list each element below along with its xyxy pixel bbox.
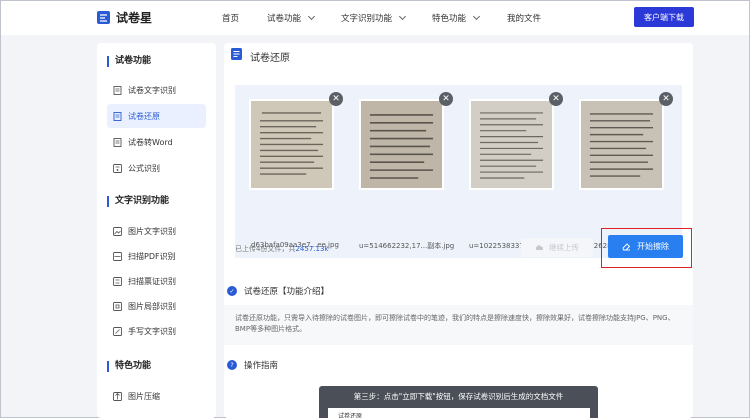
exam-image <box>251 101 332 188</box>
sidebar-item-label: 试卷转Word <box>128 137 173 147</box>
file-thumbnail[interactable] <box>359 99 444 190</box>
sidebar-item-handwriting-recognition[interactable]: 手写文字识别 <box>107 319 206 343</box>
file-thumbnail[interactable] <box>249 99 334 190</box>
compress-icon <box>113 391 122 401</box>
upload-status: 已上传4份文件，共2457.13k <box>235 244 328 254</box>
logo-text[interactable]: 试卷星 <box>116 9 152 26</box>
close-icon: ✕ <box>442 93 450 104</box>
nav-label: 文字识别功能 <box>341 14 393 24</box>
sidebar-item-label: 扫描PDF识别 <box>128 251 176 261</box>
sidebar-item-label: 图片文字识别 <box>128 226 176 236</box>
guide-sub-label: 试卷还原 <box>328 408 590 418</box>
sidebar-item-label: 试卷还原 <box>128 111 160 121</box>
document-icon <box>113 85 122 95</box>
sidebar: 试卷功能 试卷文字识别 试卷还原 试卷转Word 公式识别 文字识别功能 图片文… <box>97 43 216 418</box>
image-icon <box>113 226 122 236</box>
sidebar-item-label: 公式识别 <box>128 163 160 173</box>
guide-step-text: 第三步：点击"立即下载"按钮，保存试卷识别后生成的文档文件 <box>353 392 564 401</box>
remove-file-button[interactable]: ✕ <box>439 92 453 106</box>
guide-section-title: ? 操作指南 <box>227 359 278 371</box>
nav-label: 首页 <box>222 14 240 24</box>
nav-home[interactable]: 首页 <box>222 12 239 24</box>
exam-text-lines <box>589 113 654 177</box>
exam-text-lines <box>369 114 434 179</box>
pen-icon <box>113 326 122 336</box>
logo-icon <box>97 11 110 24</box>
sidebar-item-formula-recognition[interactable]: 公式识别 <box>107 156 206 180</box>
exam-text-lines <box>259 112 324 175</box>
sidebar-item-exam-to-word[interactable]: 试卷转Word <box>107 130 206 154</box>
status-text: 已上传4份文件，共 <box>235 245 296 253</box>
nav-special-functions[interactable]: 特色功能 <box>432 12 481 24</box>
remove-file-button[interactable]: ✕ <box>659 92 673 106</box>
sidebar-item-exam-restore[interactable]: 试卷还原 <box>107 104 206 128</box>
sidebar-item-exam-text-recognition[interactable]: 试卷文字识别 <box>107 78 206 102</box>
sidebar-item-image-text-recognition[interactable]: 图片文字识别 <box>107 219 206 243</box>
page-title: 试卷还原 <box>250 53 290 64</box>
intro-section-title: ✓ 试卷还原【功能介绍】 <box>227 285 329 297</box>
total-size: 2457.13k <box>295 245 329 253</box>
upload-icon <box>535 244 543 250</box>
remove-file-button[interactable]: ✕ <box>329 92 343 106</box>
chevron-down-icon <box>307 12 316 21</box>
file-name: u=514662232,17...副本.jpg <box>359 242 455 250</box>
info-icon: ✓ <box>227 286 237 296</box>
exam-restore-icon <box>231 48 242 60</box>
button-label: 继续上传 <box>549 243 579 252</box>
sidebar-group-title: 文字识别功能 <box>107 196 169 207</box>
sidebar-item-label: 图片局部识别 <box>128 301 176 311</box>
exam-image <box>471 101 552 188</box>
sidebar-item-image-compress[interactable]: 图片压缩 <box>107 384 206 408</box>
scan-icon <box>113 251 122 261</box>
sidebar-item-scan-pdf[interactable]: 扫描PDF识别 <box>107 244 206 268</box>
button-label: 开始擦除 <box>637 242 669 251</box>
sidebar-item-partial-recognition[interactable]: 图片局部识别 <box>107 294 206 318</box>
intro-box: 试卷还原功能，只需导入待擦除的试卷图片，即可擦除试卷中的笔迹，我们的特点是擦除速… <box>224 305 693 345</box>
intro-text: 试卷还原功能，只需导入待擦除的试卷图片，即可擦除试卷中的笔迹，我们的特点是擦除速… <box>235 314 675 333</box>
chevron-down-icon <box>472 12 481 21</box>
close-icon: ✕ <box>552 93 560 104</box>
remove-file-button[interactable]: ✕ <box>549 92 563 106</box>
exam-image <box>581 101 662 188</box>
question-icon: ? <box>227 360 237 370</box>
nav-text-recognition[interactable]: 文字识别功能 <box>341 12 407 24</box>
start-erase-button[interactable]: 开始擦除 <box>608 235 683 258</box>
nav-label: 我的文件 <box>507 14 542 24</box>
eraser-icon <box>622 243 631 251</box>
file-thumbnail[interactable] <box>579 99 664 190</box>
formula-icon <box>113 163 122 173</box>
sidebar-item-scan-ticket[interactable]: 扫描票证识别 <box>107 269 206 293</box>
main-panel: 试卷还原 ✕ ✕ ✕ ✕ d63bafa09aa3e7...ee.jpg u=5… <box>224 43 693 418</box>
section-title-text: 操作指南 <box>244 361 279 371</box>
sidebar-item-label: 扫描票证识别 <box>128 276 176 286</box>
document-icon <box>113 111 122 121</box>
sidebar-group-title: 试卷功能 <box>107 56 151 67</box>
nav-label: 试卷功能 <box>267 14 302 24</box>
guide-image: 第三步：点击"立即下载"按钮，保存试卷识别后生成的文档文件 试卷还原 <box>319 386 598 418</box>
section-title-text: 试卷还原【功能介绍】 <box>244 287 330 297</box>
nav-exam-functions[interactable]: 试卷功能 <box>267 12 316 24</box>
continue-upload-button[interactable]: 继续上传 <box>521 238 593 257</box>
nav-my-files[interactable]: 我的文件 <box>507 12 541 24</box>
file-thumbnail[interactable] <box>469 99 554 190</box>
document-icon <box>113 137 122 147</box>
close-icon: ✕ <box>662 93 670 104</box>
exam-image <box>361 101 442 188</box>
sidebar-group-title: 特色功能 <box>107 361 151 372</box>
exam-text-lines <box>479 112 544 179</box>
sidebar-item-label: 试卷文字识别 <box>128 85 176 95</box>
close-icon: ✕ <box>332 93 340 104</box>
client-download-button[interactable]: 客户端下载 <box>634 7 694 27</box>
crop-icon <box>113 301 122 311</box>
ticket-icon <box>113 276 122 286</box>
chevron-down-icon <box>398 12 407 21</box>
sidebar-item-label: 图片压缩 <box>128 391 160 401</box>
top-header: 试卷星 首页 试卷功能 文字识别功能 特色功能 我的文件 客户端下载 <box>1 1 749 35</box>
sidebar-item-label: 手写文字识别 <box>128 326 176 336</box>
nav-label: 特色功能 <box>432 14 467 24</box>
